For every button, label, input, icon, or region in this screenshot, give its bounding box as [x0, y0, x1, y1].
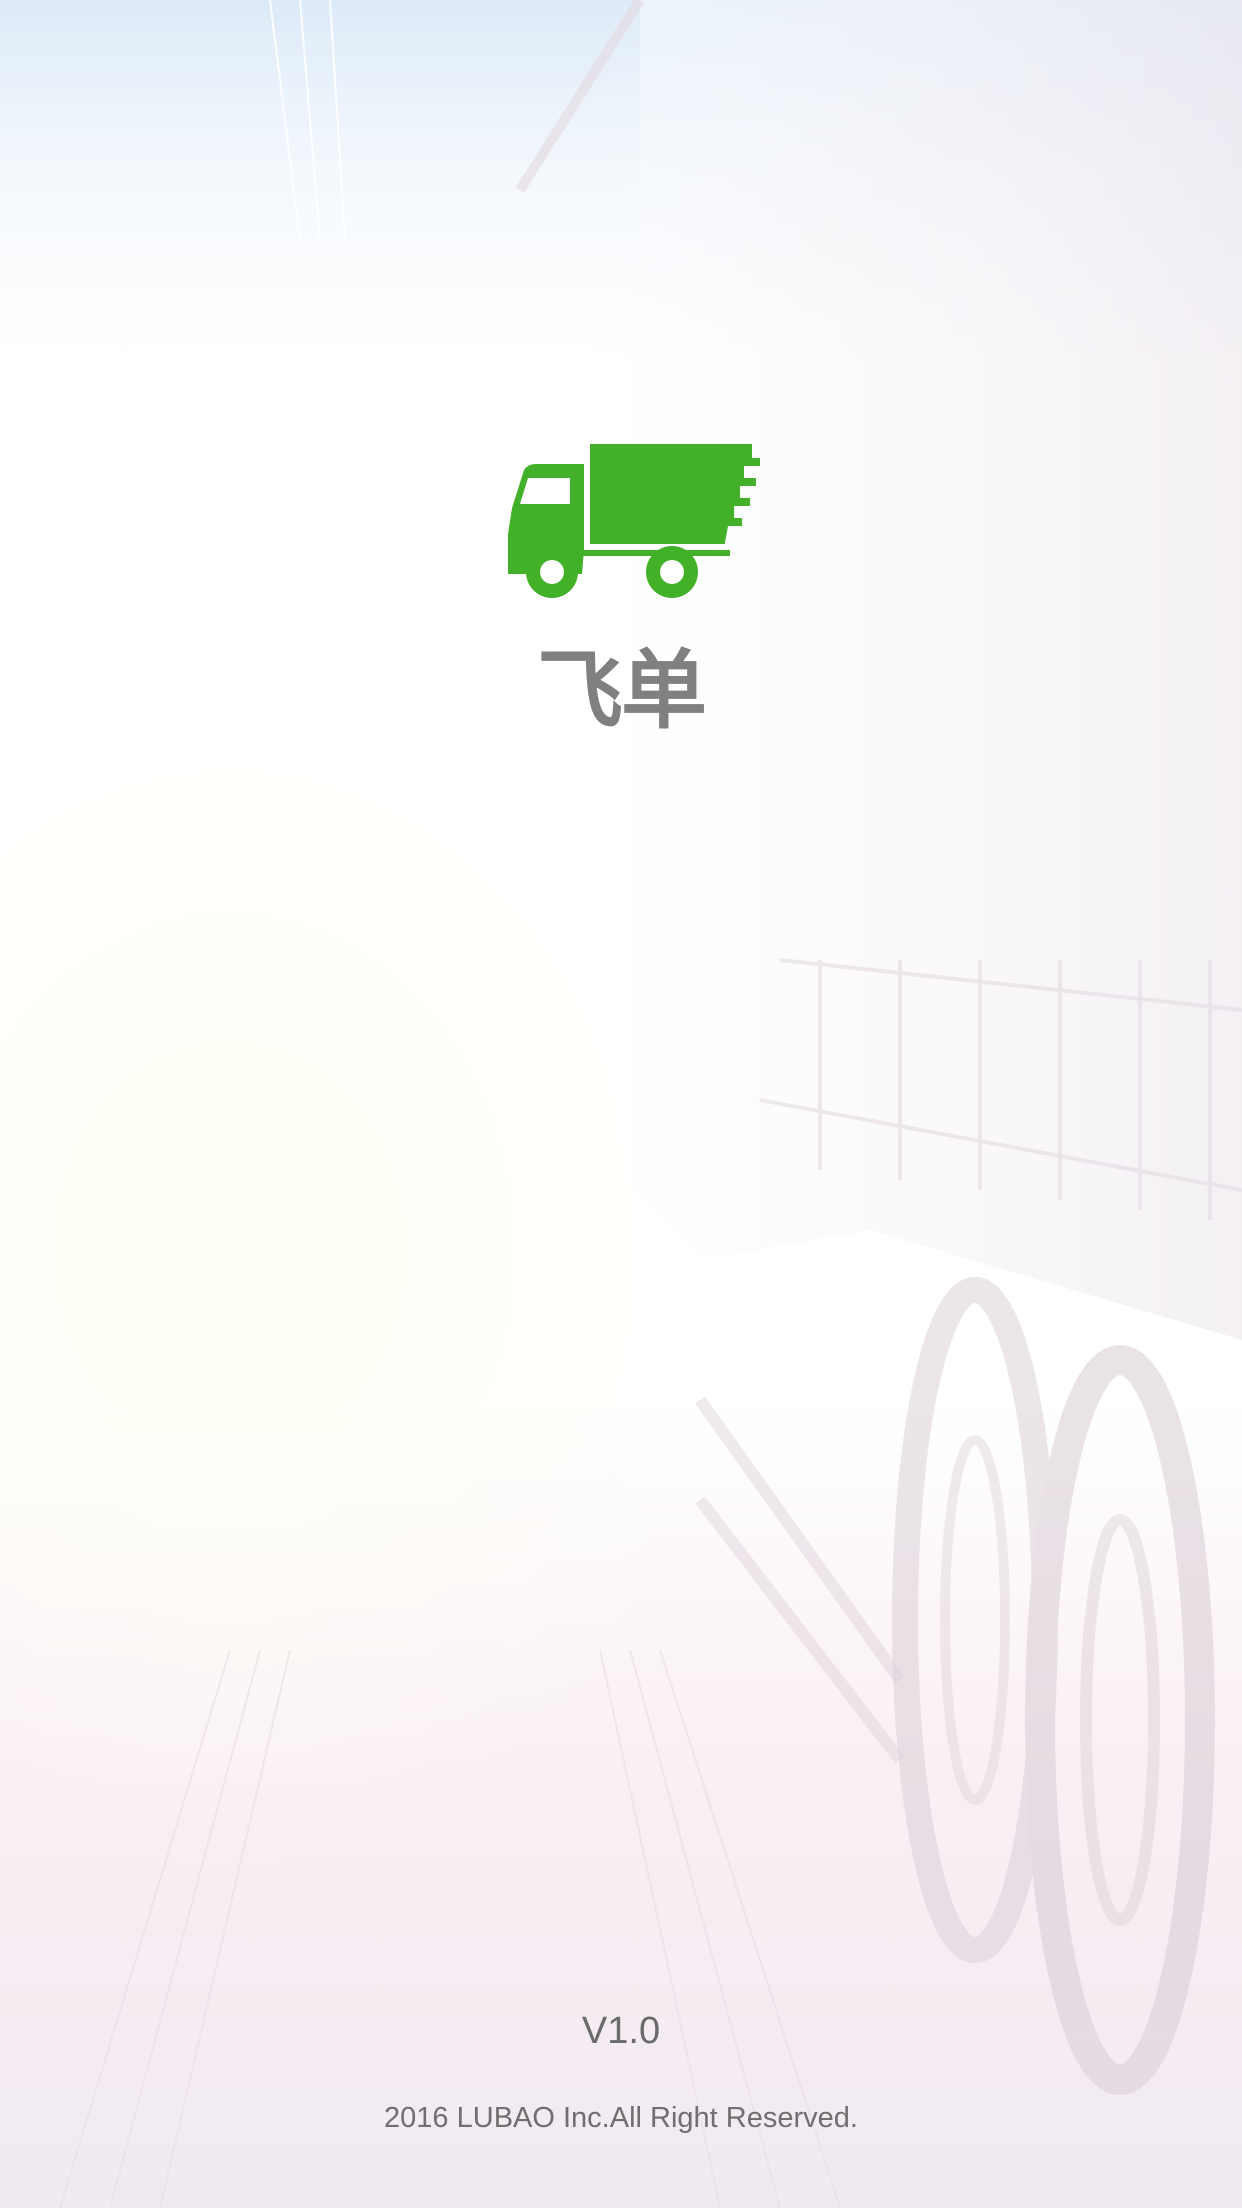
app-name: 飞单: [537, 641, 707, 741]
copyright-text: 2016 LUBAO Inc.All Right Reserved.: [384, 2102, 858, 2134]
truck-background-image: [0, 0, 1242, 2208]
splash-screen: 飞单 V1.0 2016 LUBAO Inc.All Right Reserve…: [0, 0, 1242, 2208]
truck-icon: [508, 444, 760, 598]
version-label: V1.0: [581, 2010, 661, 2052]
